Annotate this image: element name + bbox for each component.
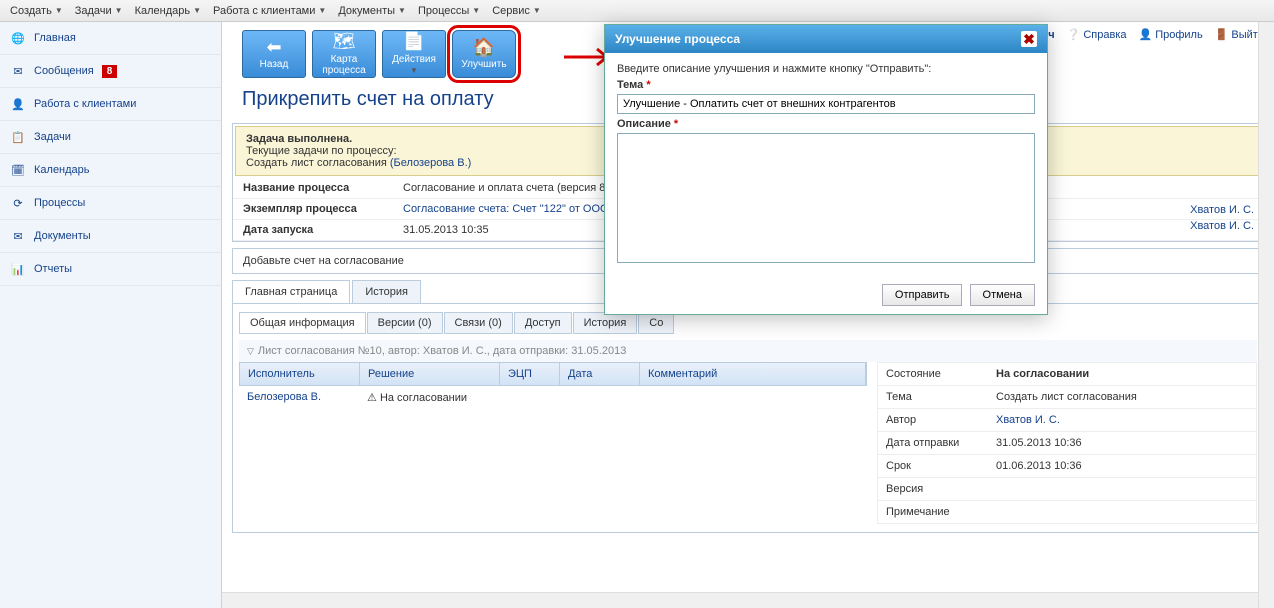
sidebar-item-calendar[interactable]: 🗓Календарь [0,154,221,187]
sidebar-item-documents[interactable]: ✉Документы [0,220,221,253]
sidebar-item-home[interactable]: 🌐Главная [0,22,221,55]
tab-main-page[interactable]: Главная страница [232,280,350,303]
doc-icon: 📄 [403,32,425,52]
menu-service[interactable]: Сервис▼ [486,3,547,19]
back-button[interactable]: ⬅Назад [242,30,306,78]
warning-icon: ⚠ [367,392,377,404]
collapse-icon: ▽ [247,346,254,357]
user-link[interactable]: Хватов И. С. [1190,202,1254,218]
info-label: Название процесса [243,182,403,194]
dialog-title: Улучшение процесса [615,32,740,46]
vertical-scrollbar[interactable] [1258,22,1274,608]
sidebar-item-messages[interactable]: ✉Сообщения 8 [0,55,221,88]
user-link[interactable]: Хватов И. С. [1190,218,1254,234]
subject-label: Тема * [617,79,1035,91]
menu-processes[interactable]: Процессы▼ [412,3,486,19]
approval-sheet-header[interactable]: ▽Лист согласования №10, автор: Хватов И.… [239,340,1257,362]
tab-general[interactable]: Общая информация [239,312,366,334]
task-line: Создать лист согласования [246,157,387,169]
author-link[interactable]: Хватов И. С. [996,414,1060,426]
task-user-link[interactable]: (Белозерова В.) [390,157,471,169]
process-instance-link[interactable]: Согласование счета: Счет "122" от ООО Са… [403,203,632,215]
chart-icon: 📊 [10,261,26,277]
dialog-instruction: Введите описание улучшения и нажмите кно… [617,63,1035,75]
tab-access[interactable]: Доступ [514,312,572,334]
close-icon[interactable]: ✖ [1021,31,1037,47]
info-value: 31.05.2013 10:35 [403,224,489,236]
info-label: Экземпляр процесса [243,203,403,215]
menu-clients[interactable]: Работа с клиентами▼ [207,3,332,19]
tab-links[interactable]: Связи (0) [444,312,513,334]
menu-documents[interactable]: Документы▼ [332,3,412,19]
description-label: Описание * [617,118,1035,130]
person-icon: 👤 [10,96,26,112]
house-icon: 🏠 [473,38,495,58]
actions-button[interactable]: 📄Действия▼ [382,30,446,78]
task-current-label: Текущие задачи по процессу: [246,145,397,157]
tab-partial[interactable]: Со [638,312,674,334]
dialog-title-bar: Улучшение процесса ✖ [605,25,1047,53]
grid-header: Исполнитель Решение ЭЦП Дата Комментарий [239,362,867,386]
sidebar-item-tasks[interactable]: 📋Задачи [0,121,221,154]
sidebar-item-clients[interactable]: 👤Работа с клиентами [0,88,221,121]
horizontal-scrollbar[interactable] [222,592,1258,608]
mail-icon: ✉ [10,63,26,79]
sidebar: 🌐Главная ✉Сообщения 8 👤Работа с клиентам… [0,22,222,608]
sidebar-item-processes[interactable]: ⟳Процессы [0,187,221,220]
executor-link[interactable]: Белозерова В. [247,391,321,403]
side-users: Хватов И. С. Хватов И. С. [1190,202,1254,234]
meta-grid: СостояниеНа согласовании ТемаСоздать лис… [877,362,1257,524]
secondary-tabs: Общая информация Версии (0) Связи (0) До… [239,312,1257,334]
improve-button[interactable]: 🏠Улучшить [452,30,516,78]
menu-create[interactable]: Создать▼ [4,3,69,19]
description-textarea[interactable] [617,133,1035,263]
messages-badge: 8 [102,65,118,78]
back-icon: ⬅ [266,38,281,58]
tab-history[interactable]: История [352,280,421,303]
clipboard-icon: 📋 [10,129,26,145]
menu-tasks[interactable]: Задачи▼ [69,3,129,19]
globe-icon: 🌐 [10,30,26,46]
tab-history2[interactable]: История [573,312,638,334]
top-menu: Создать▼ Задачи▼ Календарь▼ Работа с кли… [0,0,1274,22]
map-icon: 🗺 [333,32,356,52]
envelope-icon: ✉ [10,228,26,244]
cycle-icon: ⟳ [10,195,26,211]
sidebar-item-reports[interactable]: 📊Отчеты [0,253,221,286]
menu-calendar[interactable]: Календарь▼ [129,3,207,19]
calendar-icon: 🗓 [10,162,26,178]
improvement-dialog: Улучшение процесса ✖ Введите описание ул… [604,24,1048,315]
subject-input[interactable] [617,94,1035,114]
cancel-button[interactable]: Отмена [970,284,1035,306]
inner-panel: Общая информация Версии (0) Связи (0) До… [232,303,1264,533]
send-button[interactable]: Отправить [882,284,963,306]
tab-versions[interactable]: Версии (0) [367,312,443,334]
table-row: Белозерова В. ⚠ На согласовании [239,386,867,409]
task-done-label: Задача выполнена. [246,133,352,145]
info-value: Согласование и оплата счета (версия 8) [403,182,609,194]
info-label: Дата запуска [243,224,403,236]
process-map-button[interactable]: 🗺Карта процесса [312,30,376,78]
